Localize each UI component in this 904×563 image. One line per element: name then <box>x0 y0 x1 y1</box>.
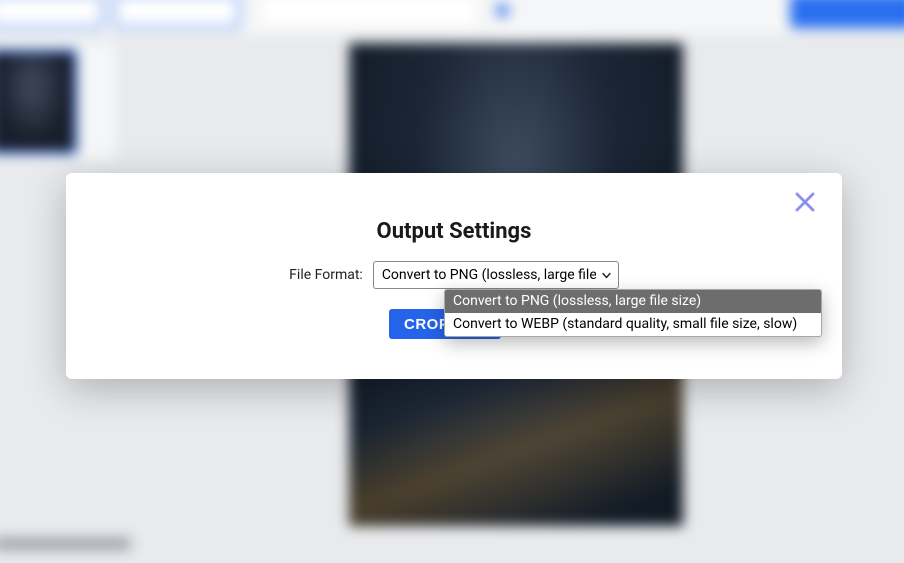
file-format-label: File Format: <box>289 267 363 283</box>
bg-button <box>114 0 240 28</box>
bg-bottom-text <box>0 538 131 551</box>
bg-topbar <box>0 0 904 35</box>
file-format-select-wrap: Convert to PNG (lossless, large file siz… <box>373 261 619 289</box>
bg-sidebar <box>0 43 116 161</box>
bg-input <box>259 0 479 28</box>
dropdown-option-png[interactable]: Convert to PNG (lossless, large file siz… <box>445 290 821 313</box>
bg-button <box>0 0 103 28</box>
bg-button-primary <box>790 0 904 28</box>
file-format-dropdown: Convert to PNG (lossless, large file siz… <box>444 289 822 337</box>
bg-chip <box>496 4 509 17</box>
output-settings-modal: Output Settings File Format: Convert to … <box>66 173 842 379</box>
bg-thumb <box>0 49 77 154</box>
file-format-select[interactable]: Convert to PNG (lossless, large file siz… <box>373 261 619 289</box>
dropdown-option-webp[interactable]: Convert to WEBP (standard quality, small… <box>445 313 821 336</box>
modal-title: Output Settings <box>66 219 842 244</box>
file-format-row: File Format: Convert to PNG (lossless, l… <box>66 261 842 289</box>
close-icon <box>791 188 819 216</box>
close-button[interactable] <box>790 187 820 217</box>
